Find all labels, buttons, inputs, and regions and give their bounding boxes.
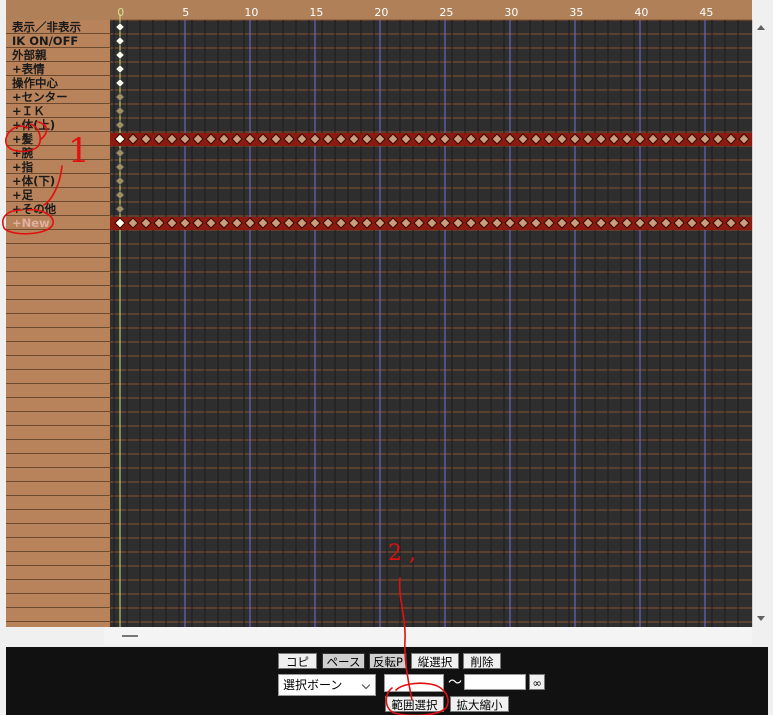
scale-button[interactable]: 拡大縮小 [450,696,509,712]
horizontal-scroll-thumb[interactable] [122,635,138,637]
keyframe-grid[interactable] [6,0,752,627]
scroll-down-arrow-icon[interactable] [757,616,765,621]
keyframe-diamond [115,148,125,158]
range-tilde: 〜 [448,675,462,691]
timeline-panel: 0 5 10 15 20 25 30 35 40 45 表示／非表示 IK ON/OFF 外部親 +表情… [6,0,752,627]
infinity-button[interactable]: ∞ [529,674,545,690]
vertical-select-button[interactable]: 縦選択 [411,653,459,669]
keyframe-diamond [115,204,125,214]
keyframe-diamond [115,190,125,200]
horizontal-scrollbar[interactable] [104,627,752,645]
bone-label[interactable]: 外部親 [12,48,47,62]
bone-label[interactable]: +New [12,216,50,230]
keyframe-diamond [115,78,125,88]
bone-label[interactable]: 表示／非表示 [12,20,81,34]
range-from-field[interactable] [384,674,444,692]
keyframe-diamond [115,50,125,60]
bone-label[interactable]: +髪 [12,132,33,146]
keyframe-diamond [115,64,125,74]
bone-label[interactable]: +表情 [12,62,45,76]
delete-button[interactable]: 削除 [463,653,501,669]
keyframe-diamond [115,176,125,186]
reverse-paste-button[interactable]: 反転P [369,653,407,669]
vertical-scrollbar[interactable] [752,20,769,627]
bone-label[interactable]: 操作中心 [12,76,58,90]
keyframe-diamond [115,162,125,172]
bone-label[interactable]: +その他 [12,202,56,216]
keyframe-diamond [115,106,125,116]
bone-select-dropdown[interactable]: 選択ボーン [278,674,376,696]
bone-label[interactable]: IK ON/OFF [12,34,78,48]
keyframe-diamond [115,120,125,130]
bone-select-value: 選択ボーン [283,678,343,692]
keyframe-diamond [115,92,125,102]
paste-button[interactable]: ペースト [322,653,365,685]
bone-label[interactable]: +センター [12,90,68,104]
keyframe-diamond [115,36,125,46]
range-to-field[interactable] [464,674,526,690]
bone-label[interactable]: +体(上) [12,118,55,132]
keyframe-controls: コピー ペースト 反転P 縦選択 削除 選択ボーン 〜 ∞ 範囲選択 拡大縮小 [6,647,768,715]
chevron-down-icon [361,680,371,690]
scroll-up-arrow-icon[interactable] [757,25,765,30]
bone-label[interactable]: +指 [12,160,33,174]
bone-label[interactable]: +体(下) [12,174,55,188]
bone-label[interactable]: +足 [12,188,33,202]
range-select-button[interactable]: 範囲選択 [385,696,444,712]
bone-list: 表示／非表示 IK ON/OFF 外部親 +表情 操作中心 +センター +ＩＫ +体(上) +髪… [6,20,110,627]
keyframe-diamond [115,22,125,32]
copy-button[interactable]: コピー [278,653,317,685]
bone-label[interactable]: +ＩＫ [12,104,45,118]
bone-label[interactable]: +腕 [12,146,33,160]
